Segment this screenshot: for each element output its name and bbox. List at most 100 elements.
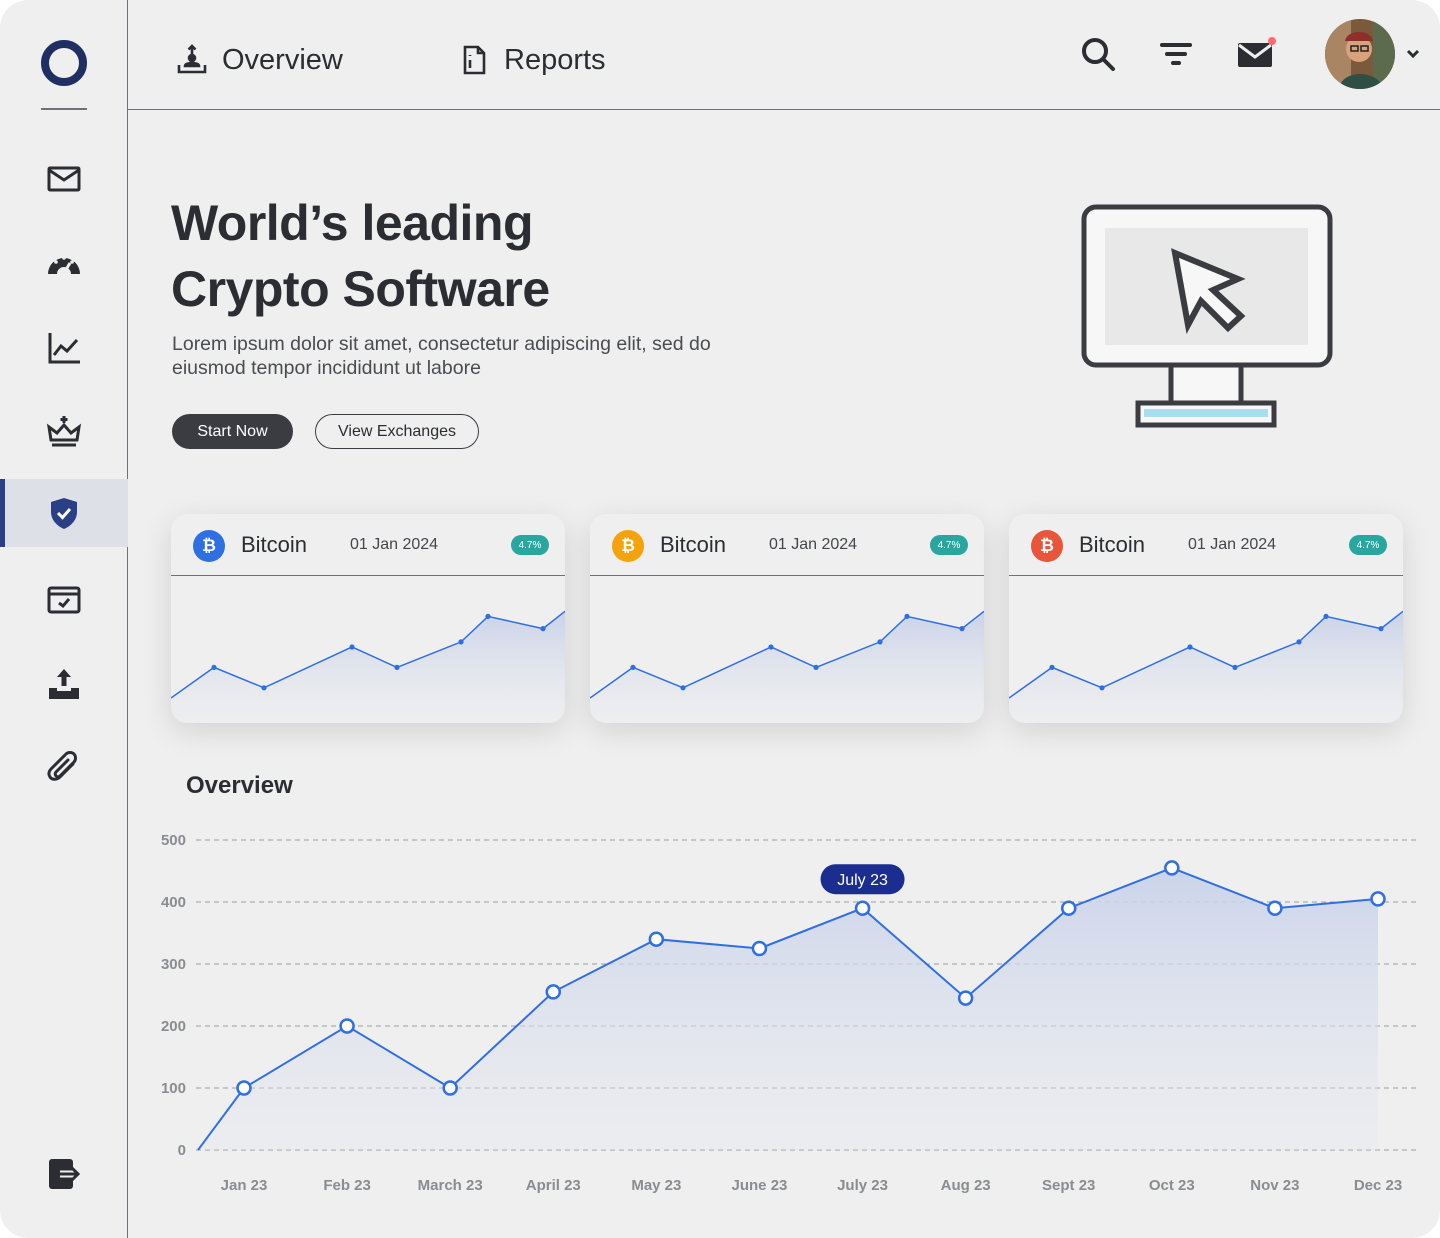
bitcoin-icon: ₿ bbox=[193, 530, 225, 562]
coin-card-header: ₿ Bitcoin 01 Jan 2024 4.7% bbox=[171, 514, 565, 576]
top-bar: Overview Reports bbox=[128, 0, 1440, 110]
messages-button[interactable] bbox=[1236, 34, 1276, 74]
sparkline-point bbox=[261, 685, 267, 691]
x-tick-label: Feb 23 bbox=[323, 1177, 371, 1194]
x-tick-label: July 23 bbox=[837, 1177, 888, 1194]
coin-card[interactable]: ₿ Bitcoin 01 Jan 2024 4.7% bbox=[1009, 514, 1403, 723]
sparkline-point bbox=[630, 664, 636, 670]
x-tick-label: April 23 bbox=[526, 1177, 581, 1194]
tooltip-label: July 23 bbox=[837, 872, 888, 889]
shield-check-icon bbox=[51, 498, 77, 529]
start-now-button[interactable]: Start Now bbox=[172, 414, 293, 449]
data-point bbox=[1370, 891, 1386, 907]
data-point bbox=[442, 1080, 458, 1096]
search-icon bbox=[1082, 38, 1115, 71]
x-tick-label: Jan 23 bbox=[221, 1177, 268, 1194]
x-tick-label: Sept 23 bbox=[1042, 1177, 1095, 1194]
sparkline-point bbox=[540, 626, 546, 632]
nav-overview-label: Overview bbox=[222, 43, 343, 76]
user-photo bbox=[1325, 19, 1395, 89]
sparkline-point bbox=[1378, 626, 1384, 632]
x-tick-label: Aug 23 bbox=[941, 1177, 991, 1194]
filter-icon bbox=[1160, 43, 1192, 65]
nav-overview[interactable]: Overview bbox=[176, 38, 343, 82]
sidebar-item-mail[interactable] bbox=[0, 145, 128, 213]
app-frame: Overview Reports World’s leading Crypto … bbox=[0, 0, 1440, 1238]
sparkline-area bbox=[171, 611, 565, 723]
data-point bbox=[957, 990, 974, 1006]
y-tick-label: 300 bbox=[161, 956, 186, 973]
avatar[interactable] bbox=[1325, 19, 1395, 89]
y-tick-label: 0 bbox=[178, 1142, 186, 1159]
sparkline-point bbox=[349, 644, 355, 650]
nav-reports[interactable]: Reports bbox=[458, 38, 606, 82]
filter-button[interactable] bbox=[1156, 34, 1196, 74]
sparkline-point bbox=[680, 685, 686, 691]
coin-card[interactable]: ₿ Bitcoin 01 Jan 2024 4.7% bbox=[171, 514, 565, 723]
monitor-cursor-icon bbox=[1081, 204, 1333, 428]
x-tick-label: Dec 23 bbox=[1354, 1177, 1402, 1194]
sidebar-item-dashboard[interactable] bbox=[0, 230, 128, 298]
hero-title: World’s leading Crypto Software bbox=[171, 190, 771, 322]
sidebar-item-browser[interactable] bbox=[0, 566, 128, 634]
coin-card[interactable]: ₿ Bitcoin 01 Jan 2024 4.7% bbox=[590, 514, 984, 723]
coin-card-header: ₿ Bitcoin 01 Jan 2024 4.7% bbox=[1009, 514, 1403, 576]
change-badge: 4.7% bbox=[511, 535, 549, 555]
data-point bbox=[1060, 900, 1077, 916]
sparkline-point bbox=[1323, 613, 1329, 619]
x-tick-label: Nov 23 bbox=[1250, 1177, 1299, 1194]
sidebar-divider bbox=[41, 108, 87, 110]
browser-window-icon bbox=[47, 586, 81, 614]
hero-subtitle: Lorem ipsum dolor sit amet, consectetur … bbox=[172, 333, 711, 379]
hero-title-line-1: World’s leading bbox=[171, 195, 533, 251]
chevron-down-icon[interactable] bbox=[1403, 44, 1423, 64]
mail-notification-icon bbox=[1238, 37, 1276, 67]
document-icon bbox=[463, 45, 486, 75]
change-badge: 4.7% bbox=[1349, 535, 1387, 555]
logo[interactable] bbox=[41, 40, 87, 86]
sparkline-point bbox=[1296, 639, 1302, 645]
sidebar bbox=[0, 0, 128, 1238]
sparkline-point bbox=[1049, 664, 1055, 670]
sidebar-item-rewards[interactable] bbox=[0, 398, 128, 466]
search-button[interactable] bbox=[1078, 34, 1118, 74]
view-exchanges-button[interactable]: View Exchanges bbox=[315, 414, 479, 449]
nav-reports-label: Reports bbox=[504, 43, 606, 76]
x-tick-label: Oct 23 bbox=[1149, 1177, 1195, 1194]
tooltip: July 23 bbox=[820, 864, 905, 895]
y-tick-label: 200 bbox=[161, 1018, 186, 1035]
coin-card-header: ₿ Bitcoin 01 Jan 2024 4.7% bbox=[590, 514, 984, 576]
data-point bbox=[545, 984, 562, 1000]
sparkline-point bbox=[211, 664, 217, 670]
sparkline-area bbox=[590, 611, 984, 723]
sidebar-item-security[interactable] bbox=[0, 479, 128, 547]
bitcoin-icon: ₿ bbox=[1031, 530, 1063, 562]
sparkline-area bbox=[1009, 611, 1403, 723]
sidebar-item-upload[interactable] bbox=[0, 650, 128, 718]
y-tick-label: 100 bbox=[161, 1080, 186, 1097]
paperclip-icon bbox=[47, 751, 77, 781]
line-chart-icon bbox=[48, 333, 80, 364]
sparkline-point bbox=[904, 613, 910, 619]
sparkline-point bbox=[485, 613, 491, 619]
hero-title-line-2: Crypto Software bbox=[171, 261, 550, 317]
person-upload-icon bbox=[177, 44, 207, 74]
sidebar-item-attachments[interactable] bbox=[0, 734, 128, 802]
change-badge: 4.7% bbox=[930, 535, 968, 555]
sparkline-point bbox=[1232, 664, 1238, 670]
data-point bbox=[1164, 860, 1180, 876]
data-point bbox=[1267, 900, 1283, 916]
coin-date: 01 Jan 2024 bbox=[1188, 536, 1277, 553]
data-point bbox=[854, 900, 871, 916]
coin-date: 01 Jan 2024 bbox=[769, 536, 858, 553]
sparkline-point bbox=[1099, 685, 1105, 691]
logout-icon bbox=[49, 1159, 81, 1189]
logout-button[interactable] bbox=[0, 1140, 128, 1208]
x-tick-label: May 23 bbox=[631, 1177, 681, 1194]
dashboard-gauge-icon bbox=[48, 256, 80, 274]
sparkline-point bbox=[877, 639, 883, 645]
x-tick-label: June 23 bbox=[732, 1177, 788, 1194]
overview-chart: 0 100 200 300 400 500 Jan 23 Feb 23 March 23 Apri… bbox=[161, 832, 1420, 1194]
sidebar-item-analytics[interactable] bbox=[0, 314, 128, 382]
x-tick-label: March 23 bbox=[418, 1177, 483, 1194]
